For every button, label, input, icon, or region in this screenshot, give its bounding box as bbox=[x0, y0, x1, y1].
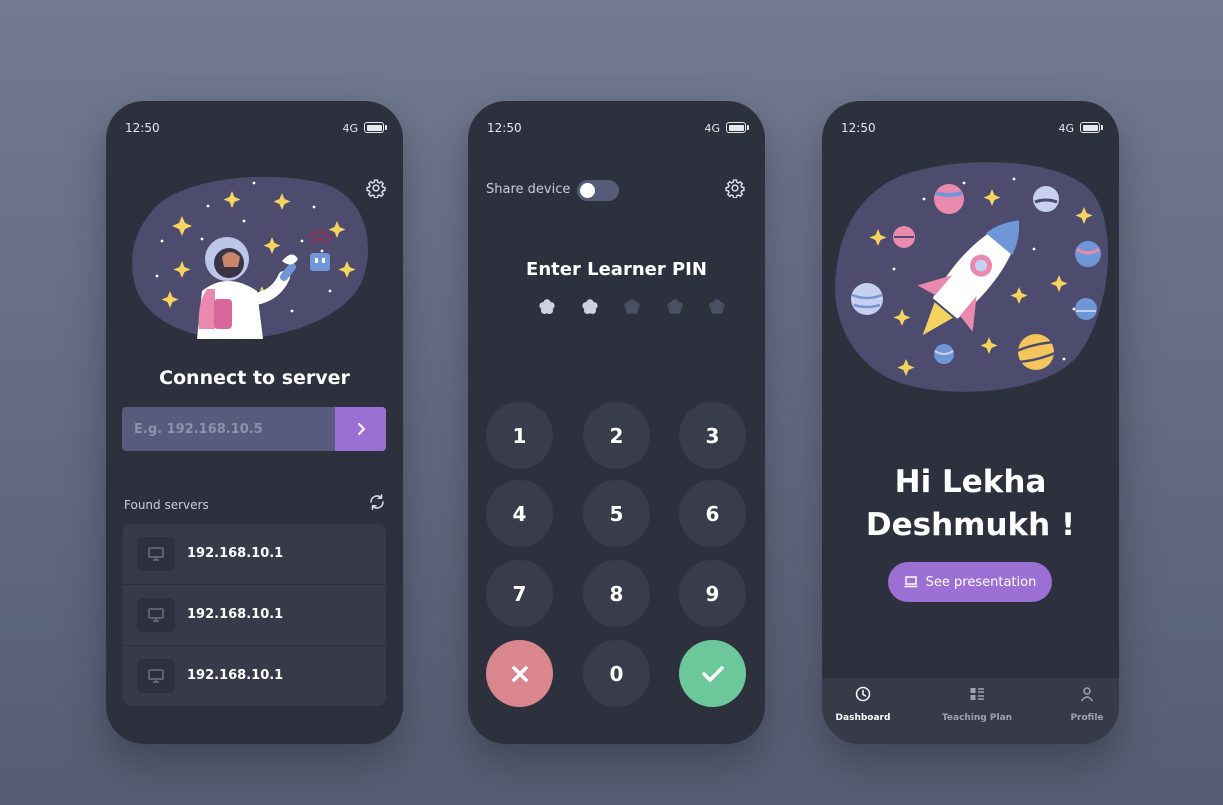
pin-keypad: 1 2 3 4 5 6 7 8 9 0 bbox=[486, 402, 748, 712]
status-bar: 12:50 4G bbox=[841, 121, 1103, 137]
dashboard-screen: 12:50 4G Hi Lekha Deshmukh ! See present… bbox=[822, 101, 1119, 744]
key-5[interactable]: 5 bbox=[583, 480, 650, 547]
monitor-icon bbox=[137, 659, 175, 693]
page-title: Connect to server bbox=[159, 367, 350, 389]
monitor-icon bbox=[137, 537, 175, 571]
close-icon bbox=[511, 665, 528, 682]
nav-label-teaching-plan: Teaching Plan bbox=[941, 713, 1013, 723]
battery-icon bbox=[1080, 122, 1103, 133]
greeting-line-2: Deshmukh ! bbox=[865, 507, 1076, 543]
key-9[interactable]: 9 bbox=[679, 560, 746, 627]
status-time: 12:50 bbox=[487, 121, 522, 135]
server-ip: 192.168.10.1 bbox=[187, 546, 284, 561]
teaching-plan-icon bbox=[970, 688, 984, 700]
pin-dot-icon bbox=[709, 299, 725, 314]
network-indicator: 4G bbox=[1058, 122, 1074, 135]
status-time: 12:50 bbox=[125, 121, 160, 135]
connect-screen: 12:50 4G Connect to server E.g. 192.168.… bbox=[106, 101, 403, 744]
key-0[interactable]: 0 bbox=[583, 640, 650, 707]
status-bar: 12:50 4G bbox=[487, 121, 749, 137]
server-list-item[interactable]: 192.168.10.1 bbox=[123, 585, 386, 646]
pin-indicator bbox=[538, 298, 728, 320]
key-8[interactable]: 8 bbox=[583, 560, 650, 627]
key-1[interactable]: 1 bbox=[486, 402, 553, 469]
pin-dot-icon bbox=[539, 299, 555, 314]
cancel-button[interactable] bbox=[486, 640, 553, 707]
network-indicator: 4G bbox=[342, 122, 358, 135]
share-device-label: Share device bbox=[486, 182, 571, 197]
nav-label-profile: Profile bbox=[1070, 713, 1104, 723]
pin-dot-icon bbox=[666, 299, 683, 314]
greeting-heading: Hi Lekha Deshmukh ! bbox=[822, 461, 1119, 547]
key-3[interactable]: 3 bbox=[679, 402, 746, 469]
profile-icon bbox=[1080, 687, 1094, 702]
chevron-right-icon bbox=[357, 423, 365, 435]
settings-gear-icon[interactable] bbox=[725, 178, 745, 198]
page-title: Enter Learner PIN bbox=[526, 259, 707, 280]
share-device-toggle[interactable] bbox=[577, 180, 619, 201]
server-address-input[interactable] bbox=[122, 407, 335, 451]
connect-submit-button[interactable] bbox=[335, 407, 386, 451]
refresh-icon[interactable] bbox=[368, 493, 386, 511]
found-servers-label: Found servers bbox=[124, 498, 209, 512]
server-list: 192.168.10.1 192.168.10.1 192.168.10.1 bbox=[123, 524, 386, 706]
server-address-form bbox=[122, 407, 386, 451]
pin-screen: 12:50 4G Share device Enter Learner PIN … bbox=[468, 101, 765, 744]
status-time: 12:50 bbox=[841, 121, 876, 135]
laptop-icon bbox=[904, 576, 918, 588]
dashboard-icon bbox=[855, 686, 871, 702]
rocket-illustration bbox=[835, 162, 1109, 392]
network-indicator: 4G bbox=[704, 122, 720, 135]
confirm-button[interactable] bbox=[679, 640, 746, 707]
nav-item-profile[interactable]: Profile bbox=[1042, 686, 1119, 724]
monitor-icon bbox=[137, 598, 175, 632]
server-ip: 192.168.10.1 bbox=[187, 607, 284, 622]
see-presentation-label: See presentation bbox=[925, 574, 1037, 590]
bottom-navigation: Dashboard Teaching Plan Profile bbox=[822, 678, 1119, 744]
pin-dot-icon bbox=[624, 299, 640, 314]
pin-dot-icon bbox=[581, 299, 598, 314]
battery-icon bbox=[726, 122, 749, 133]
key-4[interactable]: 4 bbox=[486, 480, 553, 547]
nav-item-dashboard[interactable]: Dashboard bbox=[822, 686, 908, 724]
key-7[interactable]: 7 bbox=[486, 560, 553, 627]
greeting-line-1: Hi Lekha bbox=[894, 464, 1047, 500]
server-ip: 192.168.10.1 bbox=[187, 668, 284, 683]
nav-label-dashboard: Dashboard bbox=[835, 713, 891, 723]
see-presentation-button[interactable]: See presentation bbox=[888, 562, 1052, 602]
nav-item-teaching-plan[interactable]: Teaching Plan bbox=[932, 686, 1022, 724]
key-6[interactable]: 6 bbox=[679, 480, 746, 547]
checkmark-icon bbox=[701, 665, 724, 682]
battery-icon bbox=[364, 122, 387, 133]
astronaut-illustration bbox=[132, 176, 369, 340]
server-list-item[interactable]: 192.168.10.1 bbox=[123, 646, 386, 706]
status-bar: 12:50 4G bbox=[125, 121, 387, 137]
server-list-item[interactable]: 192.168.10.1 bbox=[123, 524, 386, 585]
key-2[interactable]: 2 bbox=[583, 402, 650, 469]
